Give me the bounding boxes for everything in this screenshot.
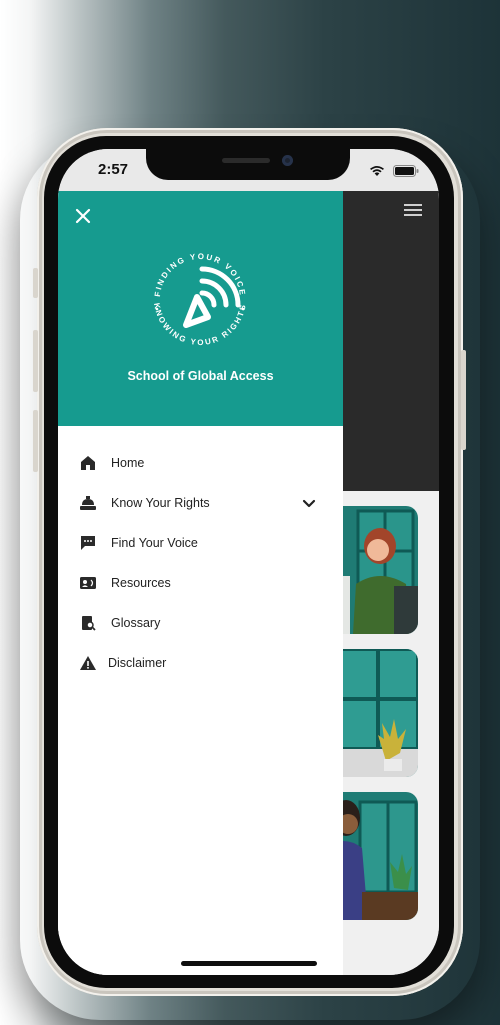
org-name: School of Global Access (127, 369, 274, 383)
svg-text:KNOWING YOUR RIGHTS: KNOWING YOUR RIGHTS (152, 302, 248, 347)
gavel-icon (79, 495, 97, 511)
menu-label-disclaimer: Disclaimer (108, 656, 167, 670)
menu-label-resources: Resources (111, 576, 171, 590)
notch (146, 149, 350, 180)
status-bar: 2:57 (58, 149, 439, 191)
power-button (461, 350, 466, 450)
volume-down-button (33, 410, 38, 472)
close-icon[interactable] (73, 206, 93, 226)
menu-item-find-your-voice[interactable]: Find Your Voice (58, 523, 343, 563)
hamburger-icon[interactable] (404, 203, 422, 222)
volume-up-button (33, 330, 38, 392)
home-indicator[interactable] (181, 961, 317, 966)
menu-item-home[interactable]: Home (58, 443, 343, 483)
drawer-menu: Home Know Your Rights Find Your Voice Re… (58, 443, 343, 683)
speaker-grille (222, 158, 270, 163)
book-search-icon (79, 615, 97, 631)
drawer-header: FINDING YOUR VOICE KNOWING YOUR RIGHTS S… (58, 191, 343, 426)
chevron-down-icon[interactable] (302, 497, 316, 509)
mute-switch (33, 268, 38, 298)
menu-label-find-your-voice: Find Your Voice (111, 536, 198, 550)
menu-label-home: Home (111, 456, 145, 470)
battery-icon (389, 162, 419, 179)
speech-bubble-icon (79, 535, 97, 551)
status-time: 2:57 (98, 161, 129, 178)
front-camera (282, 155, 293, 166)
menu-item-know-your-rights[interactable]: Know Your Rights (58, 483, 343, 523)
menu-item-resources[interactable]: Resources (58, 563, 343, 603)
wifi-icon (369, 162, 389, 179)
status-icons (369, 162, 419, 180)
menu-label-glossary: Glossary (111, 616, 161, 630)
home-icon (79, 455, 97, 471)
menu-item-disclaimer[interactable]: Disclaimer (58, 643, 343, 683)
contact-card-icon (79, 575, 97, 591)
school-logo: FINDING YOUR VOICE KNOWING YOUR RIGHTS (140, 239, 260, 359)
menu-label-know-your-rights: Know Your Rights (111, 496, 210, 510)
phone-screen: 2:57 FINDING YOUR VOICE KNOWING YOUR RIG… (58, 149, 439, 975)
warning-icon (79, 655, 97, 671)
navigation-drawer: FINDING YOUR VOICE KNOWING YOUR RIGHTS S… (58, 191, 343, 975)
menu-item-glossary[interactable]: Glossary (58, 603, 343, 643)
